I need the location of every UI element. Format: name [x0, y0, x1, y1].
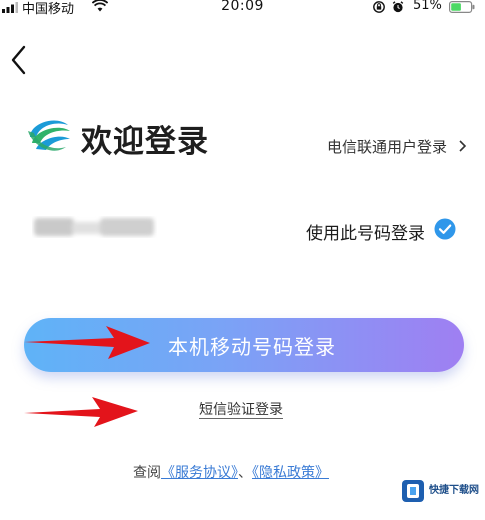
alarm-icon	[392, 1, 404, 13]
masked-phone-number	[34, 218, 154, 236]
service-agreement-link[interactable]: 《服务协议》	[161, 465, 238, 481]
logo-icon	[28, 120, 70, 151]
use-this-number-label: 使用此号码登录	[306, 224, 425, 244]
sms-login-link[interactable]: 短信验证登录	[199, 402, 283, 419]
privacy-policy-link[interactable]: 《隐私政策》	[252, 465, 329, 481]
back-icon[interactable]	[8, 44, 30, 76]
watermark-brand: 快捷下载网	[429, 485, 479, 496]
battery-percent: 51%	[413, 0, 442, 13]
annotation-arrow-icon	[24, 397, 138, 427]
agreement-text: 查阅《服务协议》、《隐私政策》	[133, 462, 329, 482]
status-bar: 中国移动 20:09 51%	[0, 0, 485, 17]
agreement-prefix: 查阅	[133, 465, 161, 481]
check-icon[interactable]	[434, 218, 456, 240]
agreement-separator: 、	[238, 465, 252, 481]
annotation-arrow-icon	[24, 326, 150, 359]
battery-icon	[449, 1, 475, 13]
login-button-label: 本机移动号码登录	[168, 334, 336, 359]
chevron-right-icon[interactable]	[458, 139, 467, 153]
page-title: 欢迎登录	[81, 124, 209, 160]
telecom-login-link[interactable]: 电信联通用户登录	[327, 136, 447, 157]
lock-icon	[373, 1, 385, 13]
